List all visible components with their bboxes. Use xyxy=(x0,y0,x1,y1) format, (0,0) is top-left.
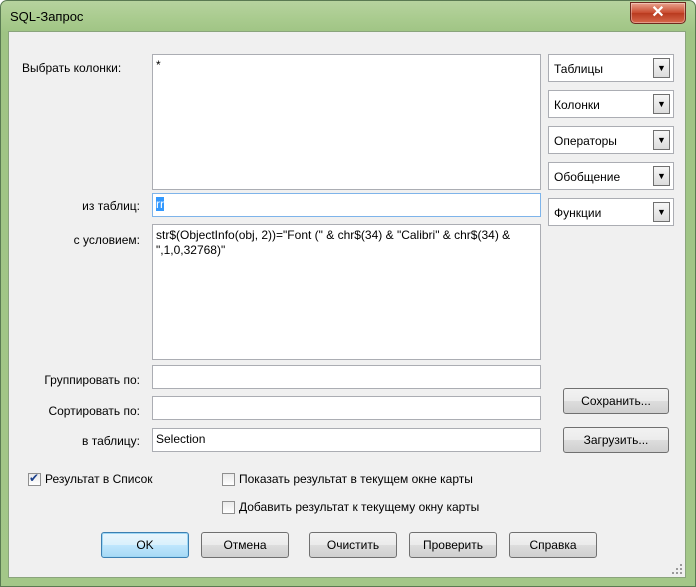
dialog-client-area: Выбрать колонки: из таблиц: с условием: … xyxy=(8,31,686,578)
columns-dropdown-label: Колонки xyxy=(554,98,600,112)
show-in-map-checkbox[interactable] xyxy=(222,473,235,486)
add-to-map-checkbox[interactable] xyxy=(222,501,235,514)
columns-value: * xyxy=(156,58,161,72)
cancel-button[interactable]: Отмена xyxy=(201,532,289,558)
condition-label: с условием: xyxy=(73,233,140,247)
aggregates-dropdown[interactable]: Обобщение ▼ xyxy=(548,162,674,190)
show-in-map-label: Показать результат в текущем окне карты xyxy=(239,472,473,486)
sql-query-dialog: SQL-Запрос ✕ Выбрать колонки: из таблиц:… xyxy=(0,0,696,587)
dropdown-arrow-icon: ▼ xyxy=(653,202,670,222)
tables-dropdown-label: Таблицы xyxy=(554,62,604,76)
columns-label: Выбрать колонки: xyxy=(22,61,122,75)
dropdown-arrow-icon: ▼ xyxy=(653,130,670,150)
save-button[interactable]: Сохранить... xyxy=(563,388,669,414)
dropdown-arrow-icon: ▼ xyxy=(653,166,670,186)
operators-dropdown[interactable]: Операторы ▼ xyxy=(548,126,674,154)
tables-dropdown[interactable]: Таблицы ▼ xyxy=(548,54,674,82)
verify-button[interactable]: Проверить xyxy=(409,532,497,558)
close-button[interactable]: ✕ xyxy=(630,2,686,24)
operators-dropdown-label: Операторы xyxy=(554,134,617,148)
aggregates-dropdown-label: Обобщение xyxy=(554,170,621,184)
into-table-value: Selection xyxy=(156,432,206,446)
result-list-label: Результат в Список xyxy=(45,472,153,486)
window-title: SQL-Запрос xyxy=(10,9,84,24)
ok-button[interactable]: OK xyxy=(101,532,189,558)
tables-input[interactable]: rr xyxy=(152,193,541,217)
dropdown-arrow-icon: ▼ xyxy=(653,94,670,114)
sort-input[interactable] xyxy=(152,396,541,420)
into-table-input[interactable]: Selection xyxy=(152,428,541,452)
dropdown-arrow-icon: ▼ xyxy=(653,58,670,78)
condition-value: str$(ObjectInfo(obj, 2))="Font (" & chr$… xyxy=(156,228,511,257)
help-button[interactable]: Справка xyxy=(509,532,597,558)
resize-grip-icon[interactable] xyxy=(671,563,683,575)
result-list-checkbox[interactable] xyxy=(28,471,41,486)
close-icon: ✕ xyxy=(651,4,665,21)
functions-dropdown[interactable]: Функции ▼ xyxy=(548,198,674,226)
sort-label: Сортировать по: xyxy=(48,404,140,418)
into-label: в таблицу: xyxy=(82,434,140,448)
functions-dropdown-label: Функции xyxy=(554,206,602,220)
columns-dropdown[interactable]: Колонки ▼ xyxy=(548,90,674,118)
group-label: Группировать по: xyxy=(44,373,140,387)
tables-label: из таблиц: xyxy=(82,199,140,213)
columns-textarea[interactable]: * xyxy=(152,54,541,190)
condition-textarea[interactable]: str$(ObjectInfo(obj, 2))="Font (" & chr$… xyxy=(152,224,541,360)
tables-value: rr xyxy=(156,197,164,211)
clear-button[interactable]: Очистить xyxy=(309,532,397,558)
load-button[interactable]: Загрузить... xyxy=(563,427,669,453)
group-input[interactable] xyxy=(152,365,541,389)
add-to-map-label: Добавить результат к текущему окну карты xyxy=(239,500,480,514)
